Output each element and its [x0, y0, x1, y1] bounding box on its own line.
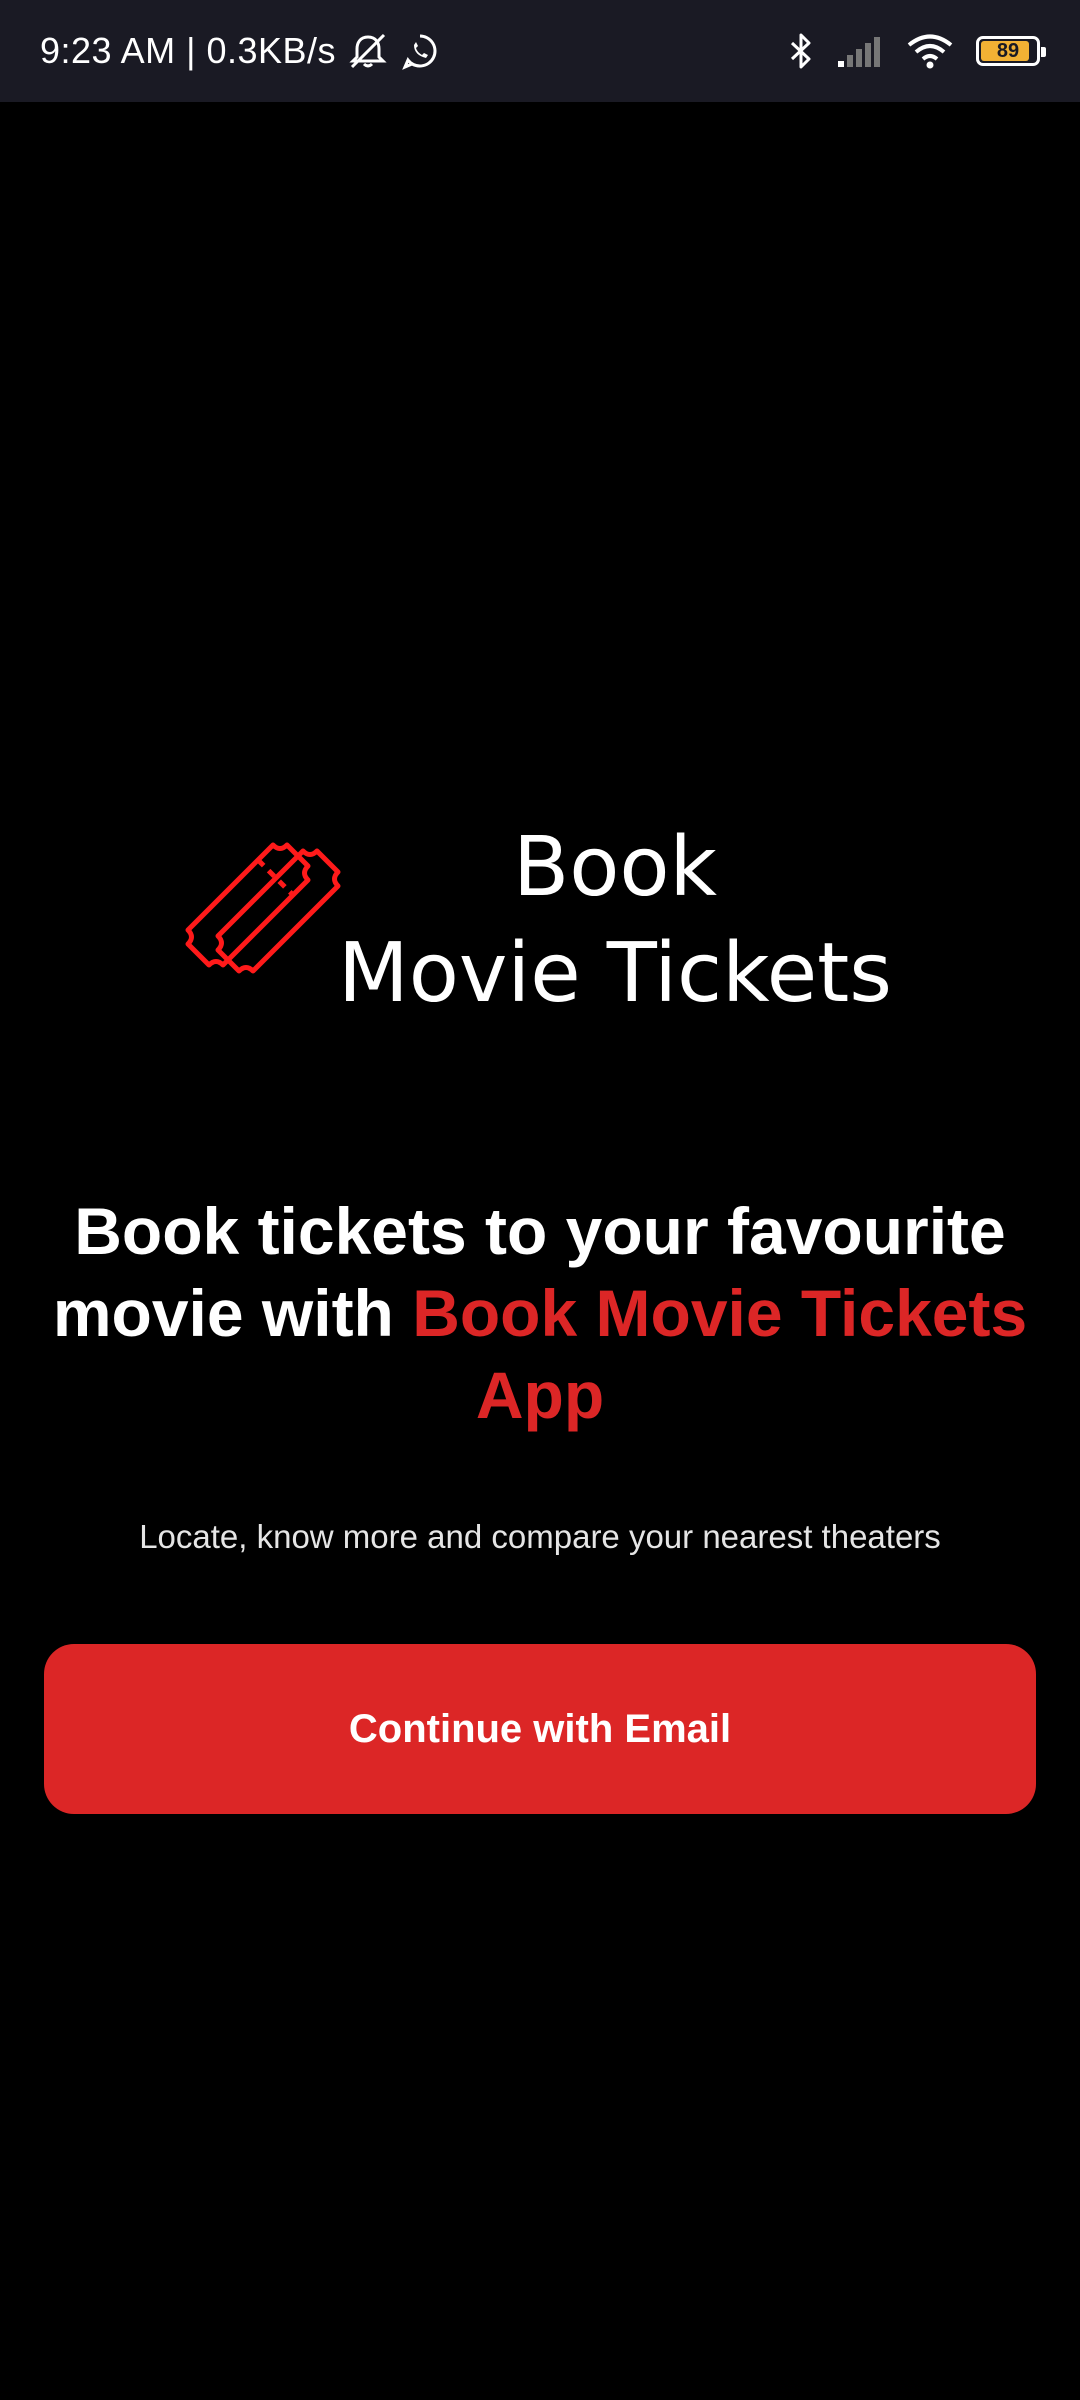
headline-accent: Book Movie Tickets App — [412, 1276, 1028, 1432]
headline: Book tickets to your favourite movie wit… — [40, 1190, 1040, 1436]
logo-line-2: Movie Tickets — [337, 926, 893, 1021]
continue-with-email-button[interactable]: Continue with Email — [44, 1644, 1036, 1814]
status-time: 9:23 AM | 0.3KB/s — [40, 30, 337, 71]
status-left: 9:23 AM | 0.3KB/s — [40, 30, 440, 72]
signal-icon — [836, 33, 884, 69]
status-right: 89 — [788, 31, 1046, 71]
app-logo: Book Movie Tickets — [180, 815, 900, 1025]
status-bar: 9:23 AM | 0.3KB/s 89 — [0, 0, 1080, 102]
logo-text: Book Movie Tickets — [330, 815, 900, 1027]
battery-tip — [1041, 47, 1046, 57]
muted-notification-icon — [346, 31, 390, 71]
wifi-icon — [906, 32, 954, 70]
bluetooth-icon — [788, 31, 814, 71]
subtitle: Locate, know more and compare your neare… — [139, 1518, 941, 1555]
battery-icon: 89 — [976, 36, 1046, 66]
logo-line-1: Book — [512, 820, 718, 915]
battery-level: 89 — [996, 39, 1020, 62]
whatsapp-icon — [400, 31, 440, 71]
